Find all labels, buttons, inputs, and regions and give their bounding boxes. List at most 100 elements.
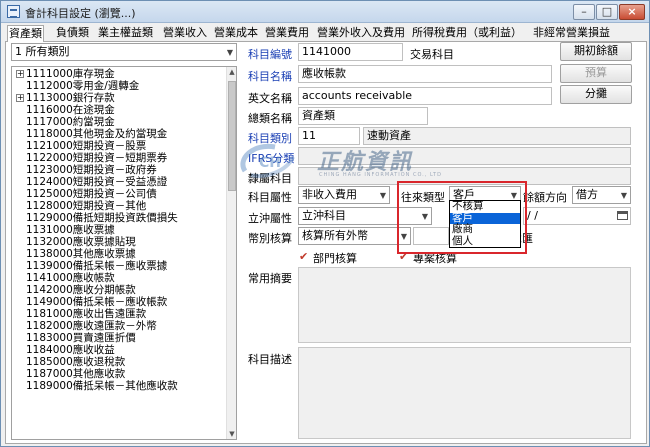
general-category-field[interactable]: 資產類 [298,107,428,125]
tree-item[interactable]: 1117000約當現金 [14,116,226,128]
tree-item[interactable]: 1121000短期投資－股票 [14,140,226,152]
attribute-label: 科目屬性 [248,191,292,204]
check-icon [399,250,410,263]
tree-item-name: 備抵呆帳－應收帳款 [72,296,168,308]
tree-item[interactable]: 1187000其他應收款 [14,368,226,380]
calendar-icon[interactable] [617,211,628,220]
tree-item-name: 零用金/週轉金 [72,80,140,92]
tree-scrollbar[interactable]: ▲ ▼ [226,67,236,439]
tree-item-name: 庫存現金 [72,68,115,80]
currency-select[interactable]: 核算所有外幣 ▼ [298,227,411,245]
tree-item-name: 銀行存款 [72,92,115,104]
tree-item[interactable]: 1131000應收票據 [14,224,226,236]
tree-item[interactable]: 1123000短期投資－政府券 [14,164,226,176]
tab-cost[interactable]: 營業成本 [213,25,259,42]
tree-item-code: 1181000 [26,308,73,320]
tree-item-name: 其他現金及約當現金 [72,128,168,140]
account-name-label: 科目名稱 [248,70,292,83]
account-category-name-field: 速動資產 [363,127,631,145]
account-category-code-field[interactable]: 11 [298,127,360,145]
scroll-up-icon[interactable]: ▲ [227,67,236,77]
tree-item[interactable]: 1183000買賣遠匯折價 [14,332,226,344]
account-tree[interactable]: +1111000庫存現金 1112000零用金/週轉金 +1113000銀行存款 11… [11,66,237,440]
watermark-subtext: CHING HANG INFORMATION CO., LTD [319,172,442,178]
budget-button[interactable]: 預算 [560,64,632,83]
tree-item[interactable]: 1122000短期投資－短期票券 [14,152,226,164]
maximize-button[interactable]: □ [596,4,618,20]
tab-assets[interactable]: 資產類 [7,25,44,43]
app-window: 會計科目設定 (瀏覽...) – □ × 資產類 負債類 業主權益類 營業收入 … [0,0,650,447]
tree-item-name: 應收退稅款 [72,356,126,368]
tree-item-code: 1122000 [26,152,73,164]
tree-item[interactable]: 1116000在途現金 [14,104,226,116]
date-field[interactable]: / / [523,207,631,225]
tree-item[interactable]: 1132000應收票據貼現 [14,236,226,248]
attribute-select-value: 非收入費用 [302,188,357,201]
category-select[interactable]: 1 所有類別 ▼ [11,43,237,61]
english-name-field[interactable]: accounts receivable [298,87,552,105]
account-code-label: 科目編號 [248,48,292,61]
tree-item-code: 1184000 [26,344,73,356]
tab-non-operating[interactable]: 營業外收入及費用 [316,25,406,42]
tree-item[interactable]: 1118000其他現金及約當現金 [14,128,226,140]
tree-item[interactable]: 1141000應收帳款 [14,272,226,284]
account-code-field[interactable]: 1141000 [298,43,403,61]
common-summary-textarea[interactable] [298,267,631,343]
minimize-button[interactable]: – [573,4,595,20]
tree-item-code: 1142000 [26,284,73,296]
app-icon [7,5,20,18]
tree-item[interactable]: 1124000短期投資－受益憑證 [14,176,226,188]
tree-item-code: 1132000 [26,236,73,248]
tree-item-code: 1149000 [26,296,73,308]
tree-item[interactable]: +1111000庫存現金 [14,68,226,80]
tree-item[interactable]: 1184000應收收益 [14,344,226,356]
tree-item[interactable]: 1129000備抵短期投資跌價損失 [14,212,226,224]
company-logo: CH [240,143,295,178]
tree-item-name: 短期投資－受益憑證 [72,176,168,188]
expand-icon[interactable]: + [16,70,24,78]
department-checkbox[interactable]: 部門核算 [299,250,357,266]
account-tree-list: +1111000庫存現金 1112000零用金/週轉金 +1113000銀行存款 11… [14,68,226,392]
tree-item[interactable]: 1149000備抵呆帳－應收帳款 [14,296,226,308]
balance-direction-select[interactable]: 借方 ▼ [572,186,631,204]
close-button[interactable]: × [619,4,645,20]
allocation-button[interactable]: 分攤 [560,85,632,104]
tree-item[interactable]: 1138000其他應收票據 [14,248,226,260]
tree-item-code: 1124000 [26,176,73,188]
tree-item-code: 1121000 [26,140,73,152]
account-name-field[interactable]: 應收帳款 [298,65,552,83]
tree-item[interactable]: 1139000備抵呆帳－應收票據 [14,260,226,272]
opening-balance-button[interactable]: 期初餘額 [560,42,632,61]
tree-item[interactable]: 1182000應收遠匯款－外幣 [14,320,226,332]
tree-item[interactable]: 1112000零用金/週轉金 [14,80,226,92]
scroll-down-icon[interactable]: ▼ [227,429,236,439]
tree-item-name: 其他應收款 [72,368,126,380]
tree-item[interactable]: 1142000應收分期帳款 [14,284,226,296]
tree-item[interactable]: 1128000短期投資－其他 [14,200,226,212]
tab-expenses[interactable]: 營業費用 [264,25,310,42]
tab-extraordinary[interactable]: 非經常營業損益 [532,25,611,42]
tab-revenue[interactable]: 營業收入 [162,25,208,42]
tree-item-name: 應收收益 [72,344,115,356]
tree-item[interactable]: 1185000應收退稅款 [14,356,226,368]
tree-item-code: 1116000 [26,104,73,116]
tree-item-code: 1128000 [26,200,73,212]
tree-item[interactable]: +1113000銀行存款 [14,92,226,104]
tree-item-name: 短期投資－其他 [72,200,147,212]
attribute-select[interactable]: 非收入費用 ▼ [298,186,390,204]
expand-icon[interactable]: + [16,94,24,102]
tab-equity[interactable]: 業主權益類 [97,25,154,42]
trade-account-label: 交易科目 [410,48,454,61]
tree-item-name: 應收出售遠匯款 [72,308,147,320]
tree-item-code: 1185000 [26,356,73,368]
tab-liabilities[interactable]: 負債類 [55,25,90,42]
general-category-label: 總類名稱 [248,112,292,125]
tab-income-tax[interactable]: 所得稅費用（或利益） [411,25,523,42]
balance-direction-select-value: 借方 [576,188,598,201]
department-check-label: 部門核算 [313,252,357,265]
account-description-textarea[interactable] [298,347,631,439]
tree-item[interactable]: 1189000備抵呆帳－其他應收款 [14,380,226,392]
tree-item[interactable]: 1181000應收出售遠匯款 [14,308,226,320]
tree-item[interactable]: 1125000短期投資－公司債 [14,188,226,200]
tree-item-name: 短期投資－短期票券 [72,152,168,164]
